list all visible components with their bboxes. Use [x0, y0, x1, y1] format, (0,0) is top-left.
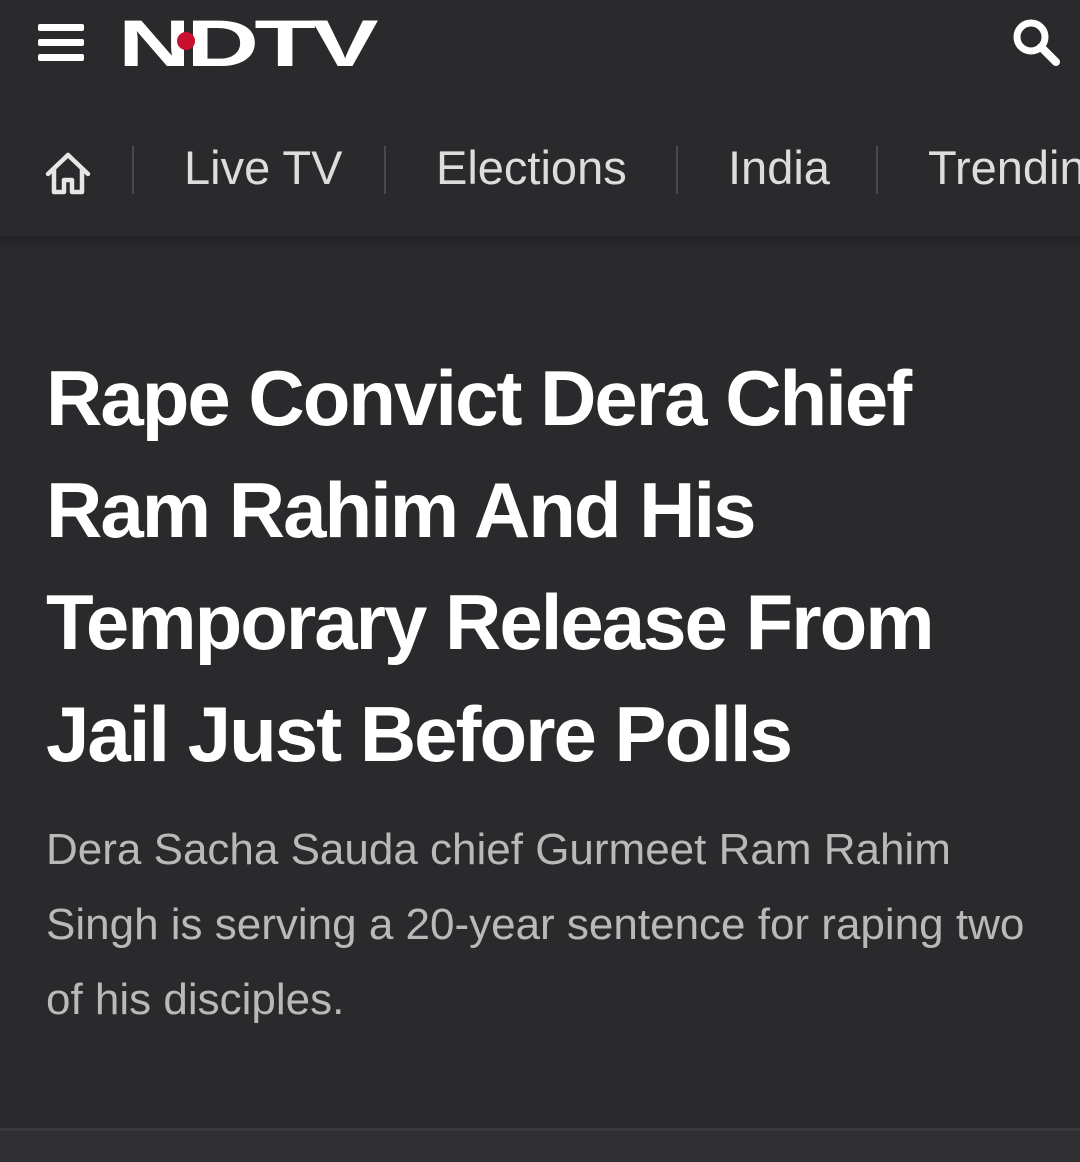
nav-item-live-tv[interactable]: Live TV	[184, 138, 343, 198]
nav-bar: Live TV Elections India Trending	[0, 100, 1080, 236]
nav-separator	[876, 146, 878, 194]
nav-separator	[676, 146, 678, 194]
nav-item-india[interactable]: India	[728, 138, 830, 198]
home-icon[interactable]	[44, 150, 92, 196]
nav-separator	[384, 146, 386, 194]
ndtv-logo[interactable]: NDTV	[118, 14, 378, 72]
article-summary: Dera Sacha Sauda chief Gurmeet Ram Rahim…	[46, 825, 1025, 1024]
menu-line	[38, 54, 84, 61]
menu-line	[38, 39, 84, 46]
search-icon[interactable]	[1010, 16, 1062, 68]
article-headline[interactable]: Rape Convict Dera Chief Ram Rahim And Hi…	[46, 342, 1046, 790]
nav-item-elections[interactable]: Elections	[436, 138, 627, 198]
top-bar: NDTV	[0, 0, 1080, 100]
menu-line	[38, 24, 84, 31]
nav-shadow	[0, 236, 1080, 250]
svg-text:NDTV: NDTV	[118, 14, 378, 72]
nav-item-trending[interactable]: Trending	[928, 138, 1080, 198]
logo-dot	[177, 32, 195, 50]
next-section	[0, 1131, 1080, 1162]
nav-separator	[132, 146, 134, 194]
hamburger-menu-icon[interactable]	[38, 24, 84, 62]
